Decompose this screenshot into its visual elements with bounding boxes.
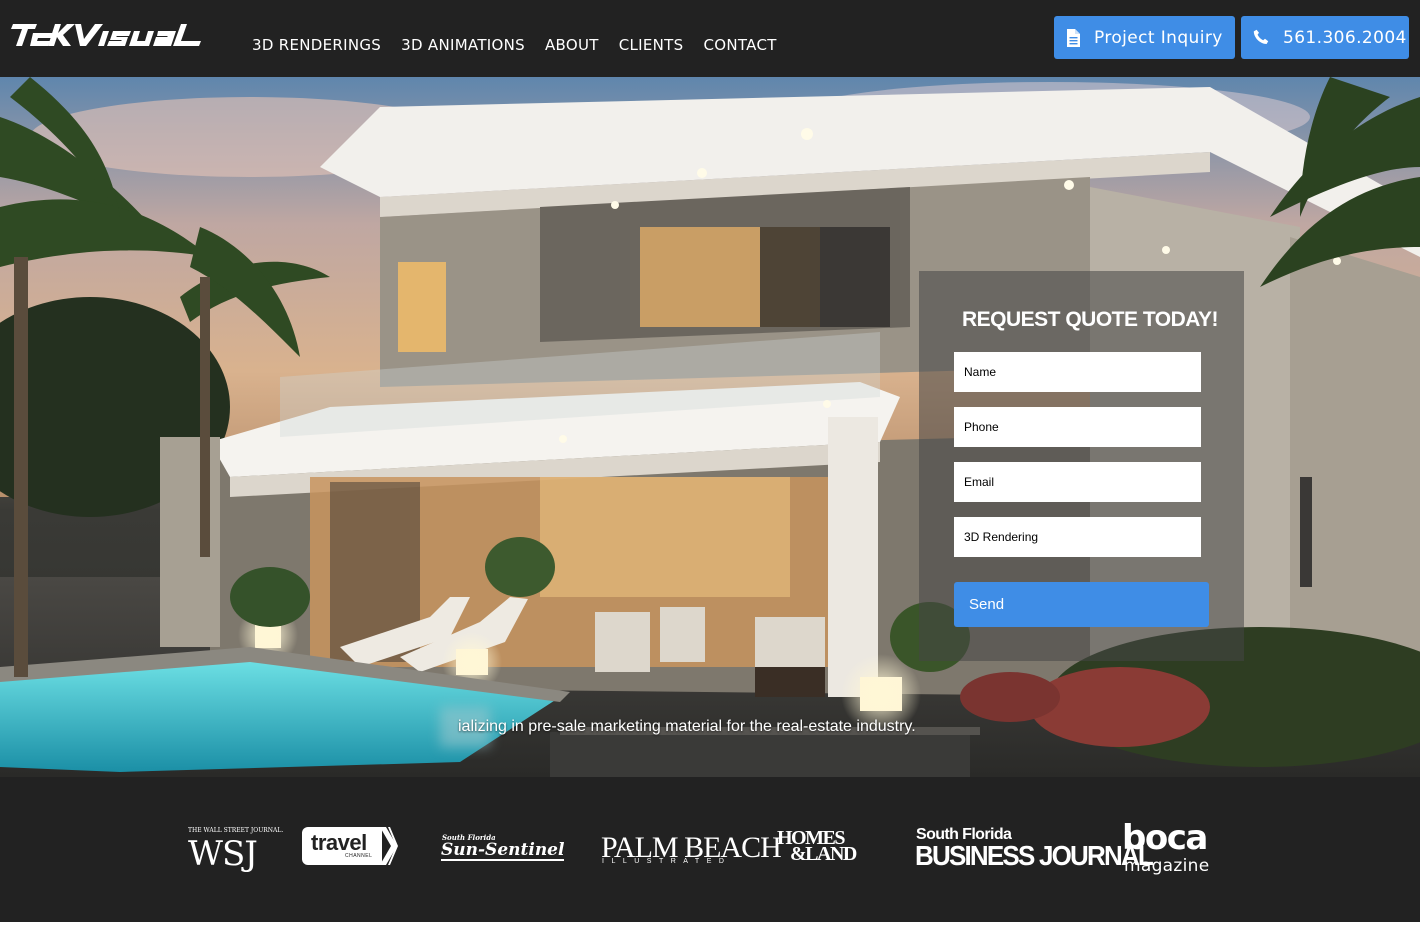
sun-sentinel-logo: Sun-Sentinel	[441, 840, 565, 861]
project-inquiry-button[interactable]: Project Inquiry	[1054, 16, 1235, 59]
nav-about[interactable]: ABOUT	[545, 36, 599, 54]
email-field[interactable]: Email	[954, 462, 1201, 502]
nav-clients[interactable]: CLIENTS	[619, 36, 684, 54]
wsj-logo: WSJ	[188, 834, 258, 874]
nav-3d-animations[interactable]: 3D ANIMATIONS	[401, 36, 525, 54]
project-inquiry-label: Project Inquiry	[1094, 27, 1223, 48]
homes-land-logo-bottom: &LAND	[790, 843, 857, 865]
quote-form-panel: REQUEST QUOTE TODAY! Name Phone Email 3D…	[919, 271, 1244, 661]
sfbj-logo-bottom: BUSINESS JOURNAL	[915, 840, 1154, 872]
site-header: 3D RENDERINGS 3D ANIMATIONS ABOUT CLIENT…	[0, 0, 1420, 77]
wsj-logo-small: THE WALL STREET JOURNAL.	[188, 827, 284, 834]
quote-form-title: REQUEST QUOTE TODAY!	[962, 308, 1219, 331]
phone-field[interactable]: Phone	[954, 407, 1201, 447]
boca-magazine-sub: magazine	[1124, 856, 1210, 876]
logo-wordmark	[11, 24, 201, 46]
hero-tagline: ializing in pre-sale marketing material …	[458, 718, 916, 735]
travel-channel-arrow	[380, 827, 398, 865]
service-select[interactable]: 3D Rendering	[954, 517, 1201, 557]
main-nav: 3D RENDERINGS 3D ANIMATIONS ABOUT CLIENT…	[252, 36, 797, 54]
boca-magazine-logo: boca	[1122, 818, 1208, 858]
send-button[interactable]: Send	[954, 582, 1209, 627]
hero-banner: ializing in pre-sale marketing material …	[0, 77, 1420, 777]
palm-beach-sub: ILLUSTRATED	[602, 858, 732, 865]
travel-channel-sub: CHANNEL	[345, 853, 373, 859]
nav-3d-renderings[interactable]: 3D RENDERINGS	[252, 36, 381, 54]
document-icon	[1064, 28, 1082, 47]
phone-icon	[1253, 29, 1271, 47]
phone-button[interactable]: 561.306.2004	[1241, 16, 1409, 59]
name-field[interactable]: Name	[954, 352, 1201, 392]
nav-contact[interactable]: CONTACT	[703, 36, 776, 54]
phone-number: 561.306.2004	[1283, 27, 1407, 48]
